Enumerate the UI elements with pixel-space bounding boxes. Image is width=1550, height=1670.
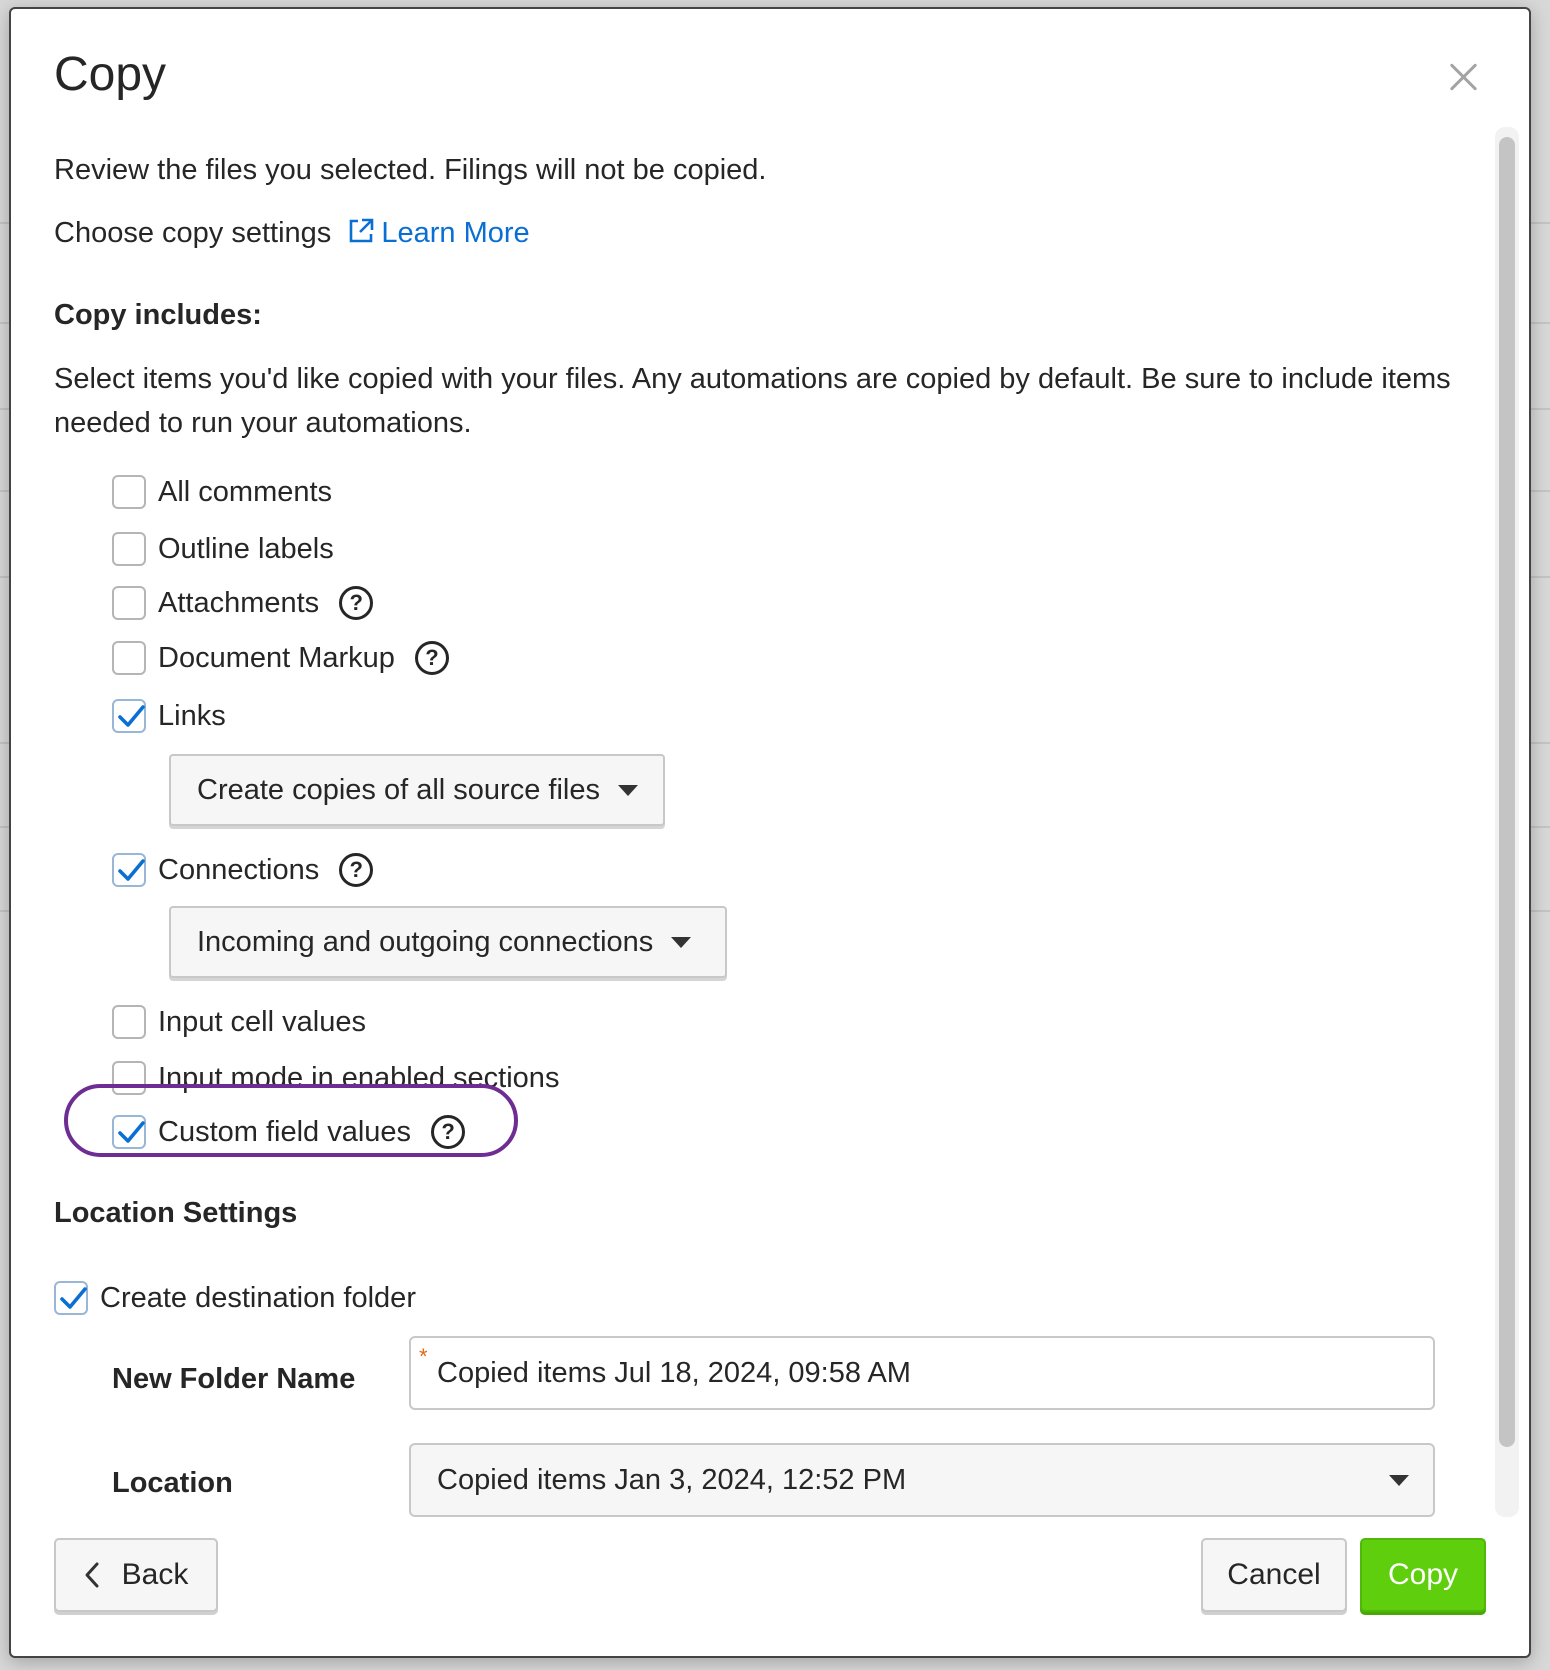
highlight-annotation xyxy=(64,1084,518,1157)
includes-heading: Copy includes: xyxy=(54,299,262,331)
learn-more-link[interactable]: Learn More xyxy=(347,217,530,249)
settings-prompt-row: Choose copy settings Learn More xyxy=(54,217,530,253)
checkbox-label: Links xyxy=(158,699,226,732)
checkbox[interactable] xyxy=(112,586,146,620)
checkbox-label: Input cell values xyxy=(158,1005,366,1038)
checkbox-label: All comments xyxy=(158,475,333,508)
back-label: Back xyxy=(121,1558,189,1591)
learn-more-label: Learn More xyxy=(381,217,530,249)
location-select[interactable]: Copied items Jan 3, 2024, 12:52 PM xyxy=(409,1443,1435,1517)
checkbox[interactable] xyxy=(112,641,146,675)
connections-option-value: Incoming and outgoing connections xyxy=(197,925,654,958)
checkbox-label: Attachments xyxy=(158,586,320,619)
option-attachments[interactable]: Attachments ? xyxy=(112,583,374,623)
checkbox-label: Create destination folder xyxy=(100,1281,416,1314)
help-icon[interactable]: ? xyxy=(414,641,449,675)
copy-dialog: Copy Review the files you selected. Fili… xyxy=(9,7,1531,1658)
includes-description: Select items you'd like copied with your… xyxy=(54,363,1451,439)
checkbox-label: Document Markup xyxy=(158,641,395,674)
checkbox-checked[interactable] xyxy=(112,853,146,887)
links-option-value: Create copies of all source files xyxy=(197,773,600,806)
copy-label: Copy xyxy=(1387,1558,1459,1591)
checkbox-label: Connections xyxy=(158,853,320,886)
option-links[interactable]: Links xyxy=(112,696,226,736)
connections-option-dropdown[interactable]: Incoming and outgoing connections xyxy=(169,906,727,978)
dialog-title: Copy xyxy=(54,48,167,101)
cancel-label: Cancel xyxy=(1227,1558,1321,1591)
option-all-comments[interactable]: All comments xyxy=(112,472,332,512)
option-create-destination-folder[interactable]: Create destination folder xyxy=(54,1278,416,1318)
cancel-button[interactable]: Cancel xyxy=(1201,1538,1347,1612)
checkmark-icon xyxy=(118,859,145,881)
close-icon[interactable] xyxy=(1445,59,1481,95)
checkbox[interactable] xyxy=(112,1005,146,1039)
scrollbar-thumb[interactable] xyxy=(1499,137,1515,1447)
scrollbar[interactable] xyxy=(1495,127,1519,1517)
option-connections[interactable]: Connections ? xyxy=(112,850,374,890)
checkbox-checked[interactable] xyxy=(112,699,146,733)
chevron-left-icon xyxy=(85,1562,99,1588)
settings-prompt: Choose copy settings xyxy=(54,217,332,249)
checkbox[interactable] xyxy=(112,475,146,509)
back-button[interactable]: Back xyxy=(54,1538,218,1612)
caret-down-icon xyxy=(671,936,692,948)
location-value: Copied items Jan 3, 2024, 12:52 PM xyxy=(437,1463,907,1496)
required-marker: * xyxy=(419,1344,428,1369)
checkbox-label: Outline labels xyxy=(158,532,334,565)
links-option-dropdown[interactable]: Create copies of all source files xyxy=(169,754,665,826)
external-link-icon xyxy=(347,217,375,253)
checkbox[interactable] xyxy=(112,532,146,566)
checkmark-icon xyxy=(118,705,145,727)
folder-name-label: New Folder Name xyxy=(112,1363,356,1395)
option-document-markup[interactable]: Document Markup ? xyxy=(112,638,449,678)
copy-button[interactable]: Copy xyxy=(1360,1538,1486,1612)
folder-name-value: Copied items Jul 18, 2024, 09:58 AM xyxy=(437,1356,911,1389)
option-input-cell-values[interactable]: Input cell values xyxy=(112,1002,366,1042)
checkmark-icon xyxy=(60,1287,87,1309)
location-label: Location xyxy=(112,1467,233,1499)
intro-text: Review the files you selected. Filings w… xyxy=(54,154,767,186)
checkbox-checked[interactable] xyxy=(54,1281,88,1315)
caret-down-icon xyxy=(1389,1474,1409,1486)
location-heading: Location Settings xyxy=(54,1197,298,1229)
help-icon[interactable]: ? xyxy=(339,853,374,887)
caret-down-icon xyxy=(617,784,638,796)
option-outline-labels[interactable]: Outline labels xyxy=(112,529,334,569)
folder-name-input[interactable]: * Copied items Jul 18, 2024, 09:58 AM xyxy=(409,1336,1435,1410)
help-icon[interactable]: ? xyxy=(339,586,374,620)
